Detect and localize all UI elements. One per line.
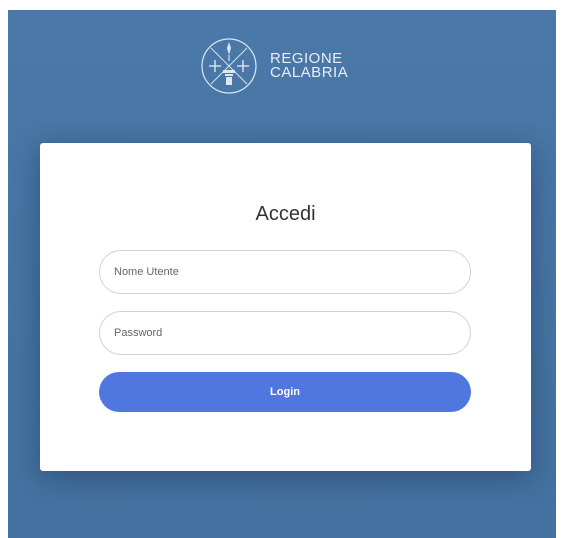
brand-name: REGIONE CALABRIA (270, 51, 349, 81)
login-card: Accedi Login (40, 143, 531, 471)
password-input[interactable] (99, 311, 471, 355)
regione-calabria-emblem-icon (201, 38, 257, 94)
brand-line-2: CALABRIA (270, 64, 349, 81)
username-input[interactable] (99, 250, 471, 294)
login-title: Accedi (255, 203, 316, 225)
brand-header: REGIONE CALABRIA (200, 36, 348, 96)
login-button[interactable]: Login (99, 372, 471, 412)
page-background: REGIONE CALABRIA Accedi Login (8, 10, 556, 538)
